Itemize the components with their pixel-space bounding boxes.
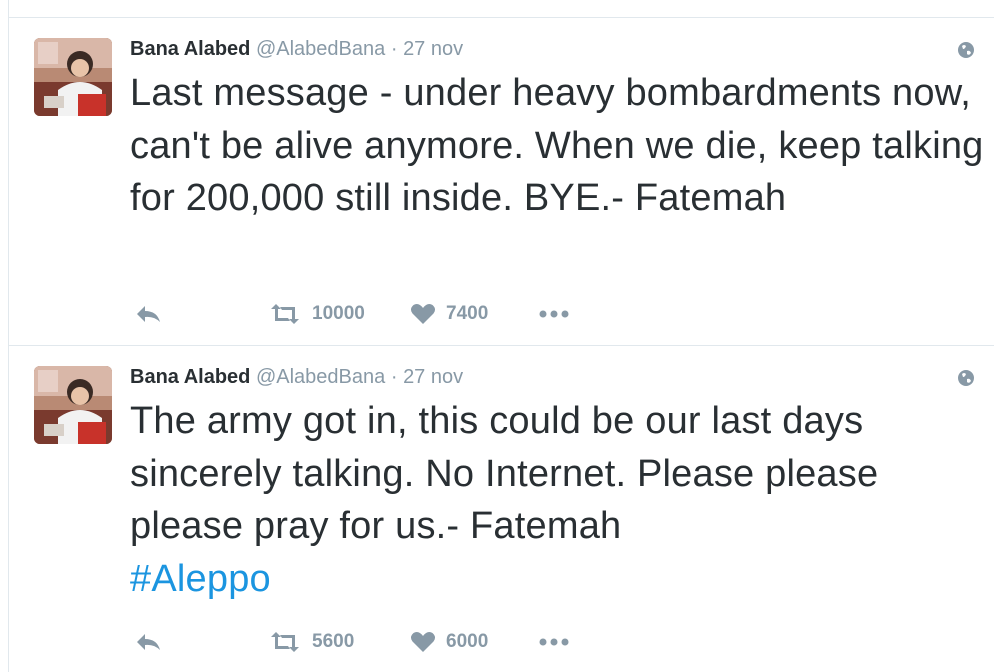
tweet-timestamp[interactable]: 27 nov bbox=[403, 38, 463, 60]
retweet-count: 10000 bbox=[312, 303, 365, 324]
retweet-button[interactable]: 5600 bbox=[268, 627, 354, 657]
like-button[interactable]: 6000 bbox=[410, 627, 488, 657]
more-button[interactable] bbox=[538, 627, 570, 657]
reply-button[interactable] bbox=[134, 299, 162, 329]
separator-dot: · bbox=[390, 366, 398, 388]
globe-icon bbox=[958, 42, 974, 58]
more-icon bbox=[539, 310, 569, 318]
retweet-button[interactable]: 10000 bbox=[268, 299, 365, 329]
like-count: 6000 bbox=[446, 631, 489, 652]
avatar[interactable] bbox=[34, 366, 112, 444]
more-icon bbox=[539, 638, 569, 646]
tweet-text-body: Last message - under heavy bombardments … bbox=[130, 72, 984, 219]
tweet[interactable]: Bana Alabed @AlabedBana · 27 nov The arm… bbox=[8, 346, 994, 672]
avatar[interactable] bbox=[34, 38, 112, 116]
author-name[interactable]: Bana Alabed bbox=[130, 38, 250, 60]
tweet[interactable]: Bana Alabed @AlabedBana · 27 nov Last me… bbox=[8, 18, 994, 345]
globe-icon bbox=[958, 370, 974, 386]
retweet-icon bbox=[271, 632, 299, 652]
author-name[interactable]: Bana Alabed bbox=[130, 366, 250, 388]
tweet-timestamp[interactable]: 27 nov bbox=[403, 366, 463, 388]
tweet-text: The army got in, this could be our last … bbox=[130, 395, 990, 605]
more-button[interactable] bbox=[538, 299, 570, 329]
heart-icon bbox=[410, 304, 436, 324]
retweet-count: 5600 bbox=[312, 631, 355, 652]
timeline: Bana Alabed @AlabedBana · 27 nov Last me… bbox=[0, 0, 994, 672]
reply-icon bbox=[137, 306, 160, 322]
tweet-text: Last message - under heavy bombardments … bbox=[130, 67, 990, 225]
tweet-actions: 10000 7400 bbox=[130, 299, 630, 329]
author-handle[interactable]: @AlabedBana bbox=[256, 38, 385, 60]
reply-button[interactable] bbox=[134, 627, 162, 657]
author-handle[interactable]: @AlabedBana bbox=[256, 366, 385, 388]
tweet-header: Bana Alabed @AlabedBana · 27 nov bbox=[130, 37, 463, 61]
reply-icon bbox=[137, 634, 160, 650]
separator-dot: · bbox=[390, 38, 398, 60]
tweet-text-body: The army got in, this could be our last … bbox=[130, 400, 879, 547]
like-count: 7400 bbox=[446, 303, 489, 324]
tweet-header: Bana Alabed @AlabedBana · 27 nov bbox=[130, 365, 463, 389]
like-button[interactable]: 7400 bbox=[410, 299, 488, 329]
retweet-icon bbox=[271, 304, 299, 324]
hashtag-link[interactable]: #Aleppo bbox=[130, 558, 271, 600]
heart-icon bbox=[410, 632, 436, 652]
tweet-actions: 5600 6000 bbox=[130, 627, 630, 657]
